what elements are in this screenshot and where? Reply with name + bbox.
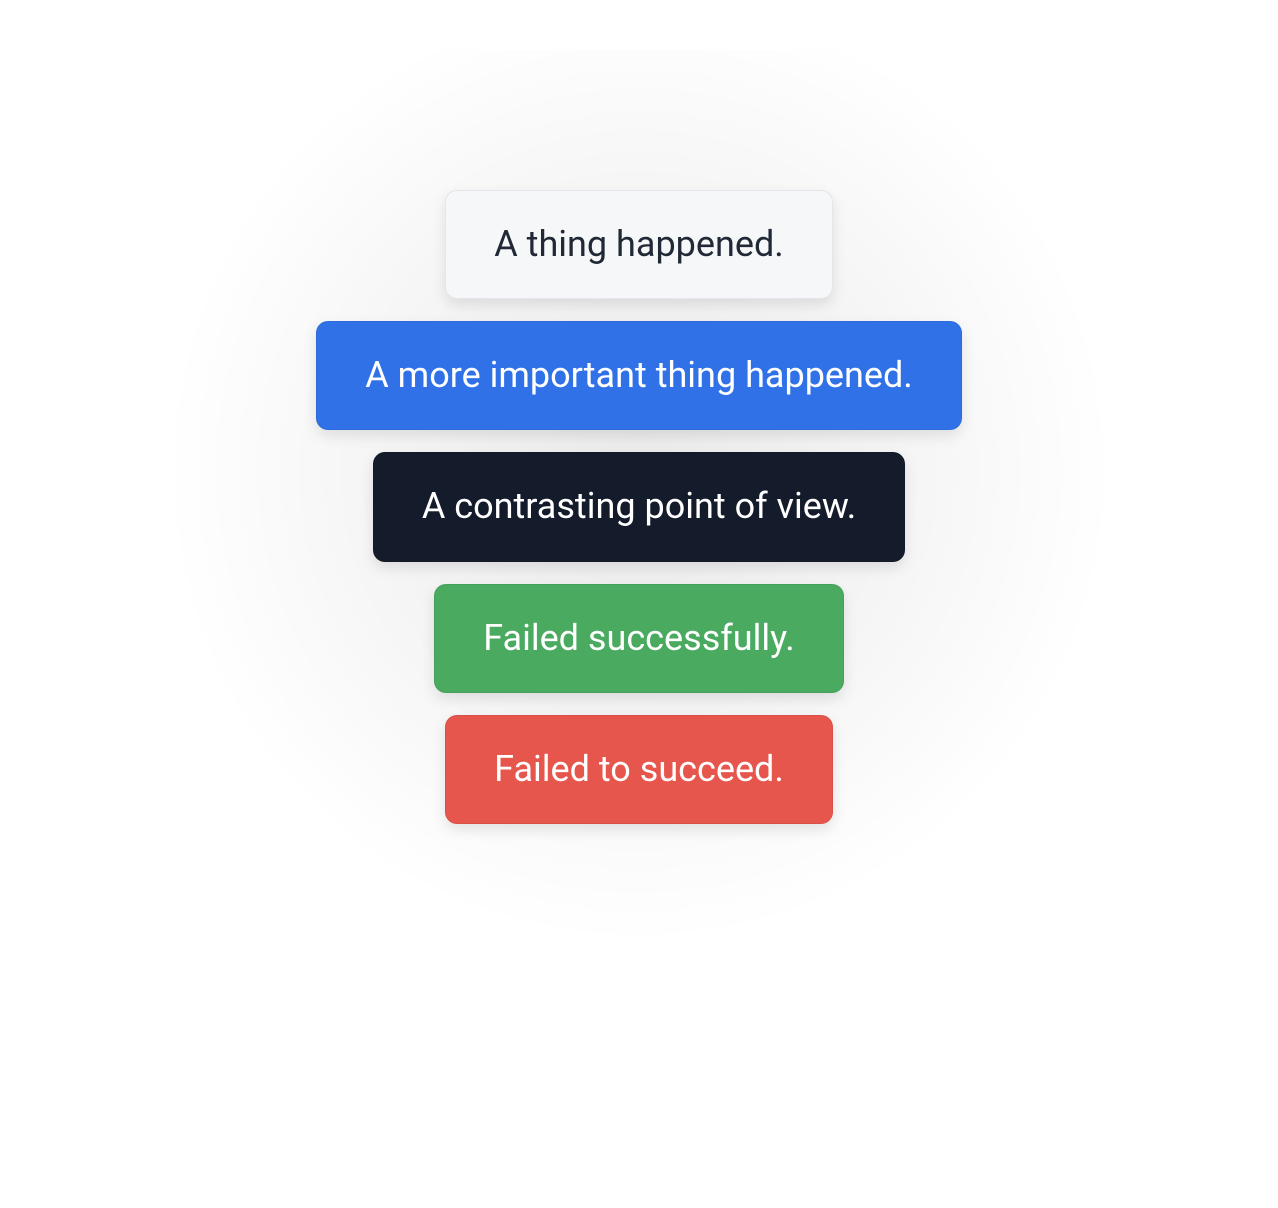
alert-light: A thing happened.	[445, 190, 833, 299]
alert-text: A thing happened.	[494, 223, 784, 265]
alert-danger: Failed to succeed.	[445, 715, 833, 824]
alert-text: A contrasting point of view.	[422, 485, 856, 527]
alert-text: A more important thing happened.	[365, 354, 913, 396]
alert-text: Failed to succeed.	[494, 748, 784, 790]
alert-primary: A more important thing happened.	[316, 321, 962, 430]
alert-success: Failed successfully.	[434, 584, 844, 693]
alert-stack: A thing happened. A more important thing…	[0, 0, 1278, 1208]
alert-text: Failed successfully.	[483, 617, 795, 659]
alert-dark: A contrasting point of view.	[373, 452, 905, 561]
